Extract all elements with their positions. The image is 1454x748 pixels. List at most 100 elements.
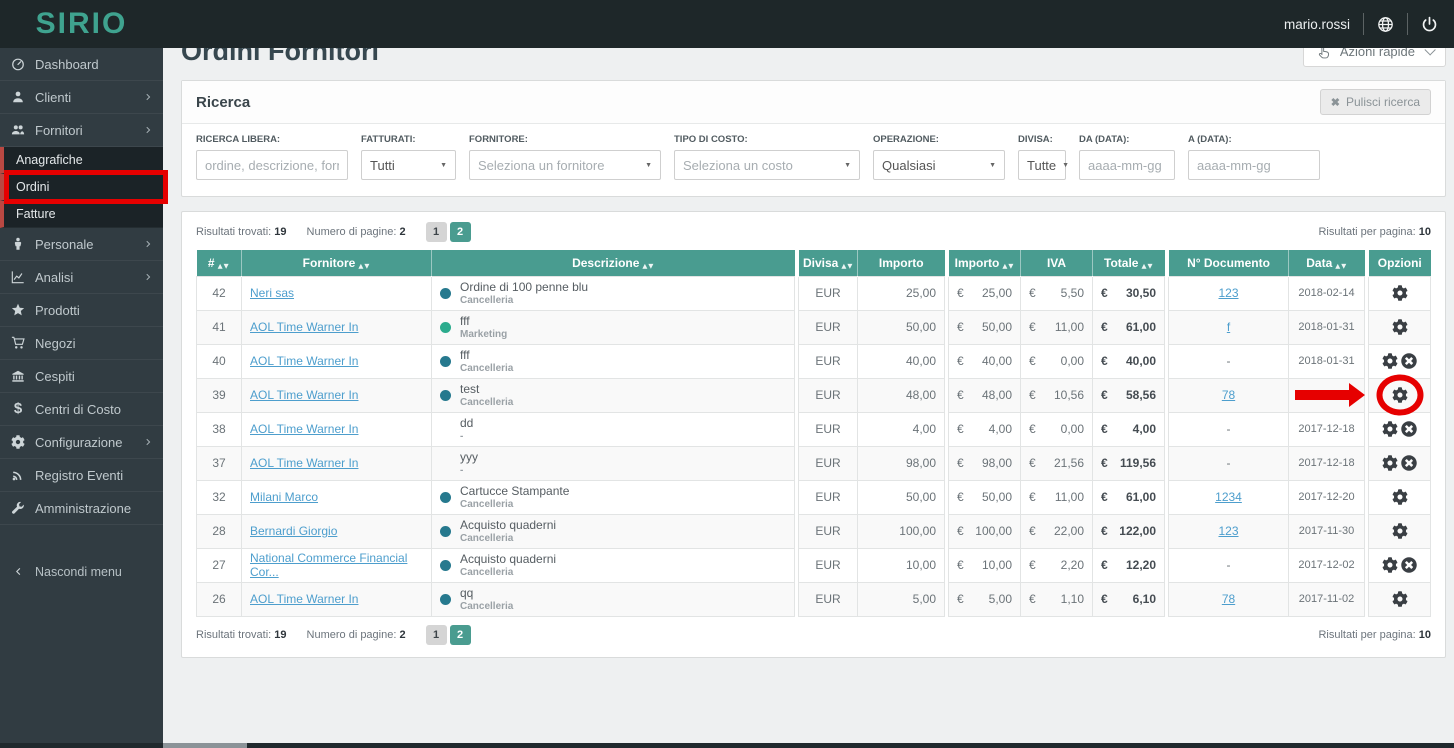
sidebar-item-anagrafiche[interactable]: Anagrafiche [0,147,163,174]
sidebar-item-fornitori[interactable]: Fornitori [0,114,163,147]
cost-type-dot [440,525,451,537]
sidebar-item-ordini[interactable]: Ordini [0,170,168,204]
column-header-descrizione[interactable]: Descrizione ▲▼ [431,250,795,276]
hide-menu-button[interactable]: Nascondi menu [0,555,163,588]
euro-symbol: € [957,592,964,606]
document-link[interactable]: 1234 [1215,490,1242,504]
delete-order-icon[interactable] [1401,455,1417,471]
fornitore-select[interactable]: Seleziona un fornitore ▼ [469,150,661,180]
options-gear-icon[interactable] [1392,285,1408,301]
fatturati-select[interactable]: Tutti ▼ [361,150,456,180]
order-id: 41 [196,309,242,345]
column-header-divisa[interactable]: Divisa ▲▼ [798,250,858,276]
divisa-select[interactable]: Tutte ▼ [1018,150,1069,180]
sidebar-item-fatture[interactable]: Fatture [0,201,163,228]
table-row: 39 AOL Time Warner In test Cancelleria E… [196,374,1431,416]
da-data-input[interactable] [1079,150,1175,180]
sidebar-item-prodotti[interactable]: Prodotti [0,294,163,327]
orders-panel: Risultati trovati: 19 Numero di pagine: … [181,211,1446,658]
options-gear-icon[interactable] [1382,455,1398,471]
euro-symbol: € [1101,490,1108,504]
rss-icon [10,468,26,482]
sidebar-item-clienti[interactable]: Clienti [0,81,163,114]
order-id: 39 [196,377,242,413]
column-header-id[interactable]: # ▲▼ [196,250,242,276]
amount: 50,00 [857,309,945,345]
sidebar-item-cespiti[interactable]: Cespiti [0,360,163,393]
options-gear-icon[interactable] [1392,591,1408,607]
table-row: 42 Neri sas Ordine di 100 penne blu Canc… [196,275,1431,311]
document-link: - [1226,422,1231,436]
total-amount: 4,00 [1132,422,1156,436]
currency-code: EUR [798,377,858,413]
page-1-button[interactable]: 1 [425,222,447,242]
euro-symbol: € [957,286,964,300]
supplier-link[interactable]: National Commerce Financial Cor... [250,551,407,579]
options-gear-icon[interactable] [1392,319,1408,335]
amount: 48,00 [857,377,945,413]
supplier-link[interactable]: Neri sas [250,286,294,300]
options-gear-icon[interactable] [1392,489,1408,505]
tipo-di-costo-select[interactable]: Seleziona un costo ▼ [674,150,860,180]
column-header-fornitore[interactable]: Fornitore ▲▼ [241,250,432,276]
sidebar-item-dashboard[interactable]: Dashboard [0,48,163,81]
page-2-button[interactable]: 2 [449,222,471,242]
options-gear-icon[interactable] [1382,421,1398,437]
supplier-link[interactable]: AOL Time Warner In [250,422,358,436]
total-amount: 61,00 [1125,490,1156,504]
page-2-button[interactable]: 2 [449,624,471,645]
supplier-link[interactable]: AOL Time Warner In [250,354,358,368]
delete-order-icon[interactable] [1401,353,1417,369]
options-gear-icon[interactable] [1382,557,1398,573]
operazione-select[interactable]: Qualsiasi ▼ [873,150,1005,180]
document-link[interactable]: 78 [1222,388,1235,402]
power-icon[interactable] [1421,16,1438,33]
options-gear-icon[interactable] [1382,353,1398,369]
vat-amount: 21,56 [1053,456,1084,470]
page-1-button[interactable]: 1 [425,624,447,645]
supplier-link[interactable]: AOL Time Warner In [250,592,358,606]
a-data-input[interactable] [1188,150,1320,180]
supplier-link[interactable]: AOL Time Warner In [250,320,358,334]
free-search-input[interactable] [196,150,348,180]
column-header-documento[interactable]: N° Documento [1168,250,1289,276]
users-icon [10,123,26,137]
supplier-link[interactable]: AOL Time Warner In [250,456,358,470]
sidebar-item-amministrazione[interactable]: Amministrazione [0,492,163,525]
sidebar-item-configurazione[interactable]: Configurazione [0,426,163,459]
total-amount: 122,00 [1119,524,1156,538]
sidebar-item-personale[interactable]: Personale [0,228,163,261]
document-link[interactable]: 123 [1218,524,1238,538]
document-link[interactable]: f [1227,320,1230,334]
column-header-iva[interactable]: IVA [1020,250,1093,276]
supplier-link[interactable]: Bernardi Giorgio [250,524,337,538]
amount-net: 10,00 [981,558,1012,572]
document-link[interactable]: 78 [1222,592,1235,606]
supplier-link[interactable]: AOL Time Warner In [250,388,358,402]
options-gear-icon[interactable] [1392,523,1408,539]
document-link[interactable]: 123 [1218,286,1238,300]
supplier-link[interactable]: Milani Marco [250,490,318,504]
sidebar-item-analisi[interactable]: Analisi [0,261,163,294]
column-header-data[interactable]: Data ▲▼ [1288,250,1365,276]
delete-order-icon[interactable] [1401,557,1417,573]
results-info-top: Risultati trovati: 19 Numero di pagine: … [196,222,1431,242]
column-header-importo[interactable]: Importo [857,250,945,276]
pages-count-label: Numero di pagine: [306,226,397,238]
options-gear-icon[interactable] [1392,387,1408,403]
globe-icon[interactable] [1377,16,1394,33]
chevron-right-icon [143,239,153,249]
amount: 40,00 [857,343,945,379]
tipo-di-costo-label: TIPO DI COSTO: [674,134,748,145]
sidebar-item-negozi[interactable]: Negozi [0,327,163,360]
amount: 10,00 [857,547,945,583]
username[interactable]: mario.rossi [1284,17,1350,32]
sidebar-item-centri-di-costo[interactable]: $ Centri di Costo [0,393,163,426]
euro-symbol: € [957,456,964,470]
sidebar-item-registro-eventi[interactable]: Registro Eventi [0,459,163,492]
column-header-importo-2[interactable]: Importo ▲▼ [948,250,1021,276]
clear-search-button[interactable]: ✖ Pulisci ricerca [1319,89,1431,115]
cost-category: - [460,464,464,476]
column-header-totale[interactable]: Totale ▲▼ [1092,250,1165,276]
delete-order-icon[interactable] [1401,421,1417,437]
